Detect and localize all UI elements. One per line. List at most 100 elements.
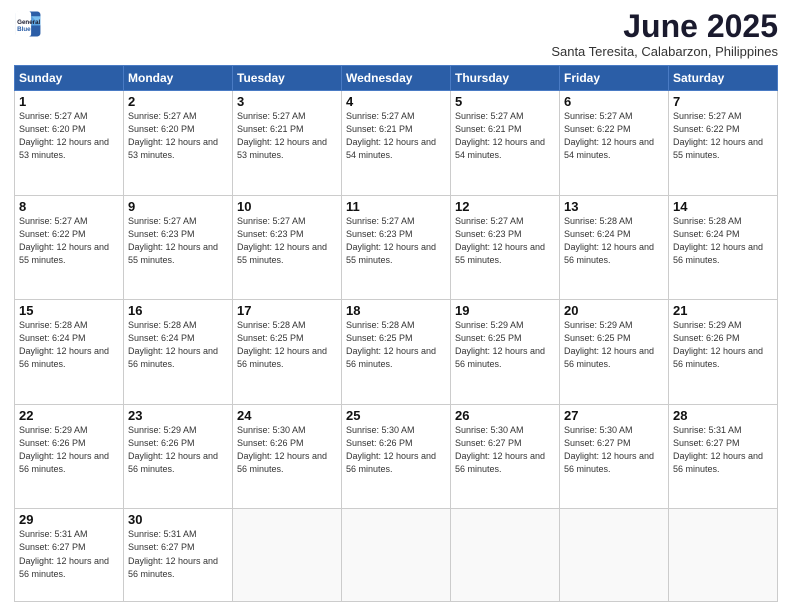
day-info: Sunrise: 5:27 AM Sunset: 6:22 PM Dayligh… xyxy=(673,110,773,162)
day-number: 3 xyxy=(237,94,337,109)
calendar-cell-8: 8 Sunrise: 5:27 AM Sunset: 6:22 PM Dayli… xyxy=(15,195,124,300)
day-number: 15 xyxy=(19,303,119,318)
day-number: 14 xyxy=(673,199,773,214)
header-tuesday: Tuesday xyxy=(233,66,342,91)
day-info: Sunrise: 5:27 AM Sunset: 6:23 PM Dayligh… xyxy=(455,215,555,267)
day-number: 9 xyxy=(128,199,228,214)
day-info: Sunrise: 5:27 AM Sunset: 6:23 PM Dayligh… xyxy=(237,215,337,267)
calendar-cell-16: 16 Sunrise: 5:28 AM Sunset: 6:24 PM Dayl… xyxy=(124,300,233,405)
calendar-week-1: 1 Sunrise: 5:27 AM Sunset: 6:20 PM Dayli… xyxy=(15,91,778,196)
day-info: Sunrise: 5:30 AM Sunset: 6:26 PM Dayligh… xyxy=(237,424,337,476)
day-info: Sunrise: 5:29 AM Sunset: 6:25 PM Dayligh… xyxy=(564,319,664,371)
calendar-cell-empty xyxy=(560,509,669,602)
day-info: Sunrise: 5:29 AM Sunset: 6:26 PM Dayligh… xyxy=(128,424,228,476)
day-info: Sunrise: 5:28 AM Sunset: 6:24 PM Dayligh… xyxy=(128,319,228,371)
calendar-cell-12: 12 Sunrise: 5:27 AM Sunset: 6:23 PM Dayl… xyxy=(451,195,560,300)
day-number: 19 xyxy=(455,303,555,318)
day-info: Sunrise: 5:29 AM Sunset: 6:25 PM Dayligh… xyxy=(455,319,555,371)
header-sunday: Sunday xyxy=(15,66,124,91)
day-number: 5 xyxy=(455,94,555,109)
day-info: Sunrise: 5:27 AM Sunset: 6:21 PM Dayligh… xyxy=(346,110,446,162)
calendar-cell-empty xyxy=(342,509,451,602)
day-info: Sunrise: 5:27 AM Sunset: 6:21 PM Dayligh… xyxy=(237,110,337,162)
day-info: Sunrise: 5:31 AM Sunset: 6:27 PM Dayligh… xyxy=(19,528,119,580)
day-info: Sunrise: 5:27 AM Sunset: 6:21 PM Dayligh… xyxy=(455,110,555,162)
day-number: 23 xyxy=(128,408,228,423)
calendar-cell-15: 15 Sunrise: 5:28 AM Sunset: 6:24 PM Dayl… xyxy=(15,300,124,405)
calendar-cell-19: 19 Sunrise: 5:29 AM Sunset: 6:25 PM Dayl… xyxy=(451,300,560,405)
month-title: June 2025 xyxy=(551,10,778,42)
day-info: Sunrise: 5:27 AM Sunset: 6:23 PM Dayligh… xyxy=(128,215,228,267)
day-info: Sunrise: 5:28 AM Sunset: 6:24 PM Dayligh… xyxy=(673,215,773,267)
day-number: 24 xyxy=(237,408,337,423)
day-number: 10 xyxy=(237,199,337,214)
location: Santa Teresita, Calabarzon, Philippines xyxy=(551,44,778,59)
day-info: Sunrise: 5:28 AM Sunset: 6:24 PM Dayligh… xyxy=(19,319,119,371)
day-number: 30 xyxy=(128,512,228,527)
day-number: 2 xyxy=(128,94,228,109)
header-friday: Friday xyxy=(560,66,669,91)
calendar-cell-empty xyxy=(669,509,778,602)
day-number: 12 xyxy=(455,199,555,214)
day-info: Sunrise: 5:27 AM Sunset: 6:23 PM Dayligh… xyxy=(346,215,446,267)
calendar-cell-30: 30 Sunrise: 5:31 AM Sunset: 6:27 PM Dayl… xyxy=(124,509,233,602)
day-number: 18 xyxy=(346,303,446,318)
calendar-cell-6: 6 Sunrise: 5:27 AM Sunset: 6:22 PM Dayli… xyxy=(560,91,669,196)
day-number: 28 xyxy=(673,408,773,423)
logo: General Blue xyxy=(14,10,42,38)
calendar-cell-21: 21 Sunrise: 5:29 AM Sunset: 6:26 PM Dayl… xyxy=(669,300,778,405)
day-number: 1 xyxy=(19,94,119,109)
calendar-cell-29: 29 Sunrise: 5:31 AM Sunset: 6:27 PM Dayl… xyxy=(15,509,124,602)
day-number: 27 xyxy=(564,408,664,423)
calendar-week-2: 8 Sunrise: 5:27 AM Sunset: 6:22 PM Dayli… xyxy=(15,195,778,300)
day-number: 6 xyxy=(564,94,664,109)
calendar-cell-22: 22 Sunrise: 5:29 AM Sunset: 6:26 PM Dayl… xyxy=(15,404,124,509)
day-info: Sunrise: 5:27 AM Sunset: 6:20 PM Dayligh… xyxy=(128,110,228,162)
calendar-cell-7: 7 Sunrise: 5:27 AM Sunset: 6:22 PM Dayli… xyxy=(669,91,778,196)
calendar-cell-18: 18 Sunrise: 5:28 AM Sunset: 6:25 PM Dayl… xyxy=(342,300,451,405)
calendar-cell-empty xyxy=(233,509,342,602)
calendar-cell-23: 23 Sunrise: 5:29 AM Sunset: 6:26 PM Dayl… xyxy=(124,404,233,509)
day-number: 21 xyxy=(673,303,773,318)
logo-icon: General Blue xyxy=(14,10,42,38)
day-info: Sunrise: 5:29 AM Sunset: 6:26 PM Dayligh… xyxy=(19,424,119,476)
calendar-week-3: 15 Sunrise: 5:28 AM Sunset: 6:24 PM Dayl… xyxy=(15,300,778,405)
day-info: Sunrise: 5:29 AM Sunset: 6:26 PM Dayligh… xyxy=(673,319,773,371)
day-number: 29 xyxy=(19,512,119,527)
day-info: Sunrise: 5:27 AM Sunset: 6:22 PM Dayligh… xyxy=(564,110,664,162)
calendar-cell-4: 4 Sunrise: 5:27 AM Sunset: 6:21 PM Dayli… xyxy=(342,91,451,196)
calendar-cell-11: 11 Sunrise: 5:27 AM Sunset: 6:23 PM Dayl… xyxy=(342,195,451,300)
calendar-cell-3: 3 Sunrise: 5:27 AM Sunset: 6:21 PM Dayli… xyxy=(233,91,342,196)
calendar-cell-14: 14 Sunrise: 5:28 AM Sunset: 6:24 PM Dayl… xyxy=(669,195,778,300)
calendar-cell-25: 25 Sunrise: 5:30 AM Sunset: 6:26 PM Dayl… xyxy=(342,404,451,509)
day-info: Sunrise: 5:28 AM Sunset: 6:24 PM Dayligh… xyxy=(564,215,664,267)
day-number: 20 xyxy=(564,303,664,318)
day-number: 8 xyxy=(19,199,119,214)
svg-text:General: General xyxy=(17,19,40,26)
page: General Blue June 2025 Santa Teresita, C… xyxy=(0,0,792,612)
header-thursday: Thursday xyxy=(451,66,560,91)
calendar-cell-20: 20 Sunrise: 5:29 AM Sunset: 6:25 PM Dayl… xyxy=(560,300,669,405)
header: General Blue June 2025 Santa Teresita, C… xyxy=(14,10,778,59)
day-number: 26 xyxy=(455,408,555,423)
day-number: 7 xyxy=(673,94,773,109)
day-number: 4 xyxy=(346,94,446,109)
day-info: Sunrise: 5:28 AM Sunset: 6:25 PM Dayligh… xyxy=(237,319,337,371)
day-number: 16 xyxy=(128,303,228,318)
calendar-cell-2: 2 Sunrise: 5:27 AM Sunset: 6:20 PM Dayli… xyxy=(124,91,233,196)
day-number: 25 xyxy=(346,408,446,423)
day-info: Sunrise: 5:28 AM Sunset: 6:25 PM Dayligh… xyxy=(346,319,446,371)
calendar-cell-9: 9 Sunrise: 5:27 AM Sunset: 6:23 PM Dayli… xyxy=(124,195,233,300)
day-info: Sunrise: 5:31 AM Sunset: 6:27 PM Dayligh… xyxy=(128,528,228,580)
day-info: Sunrise: 5:27 AM Sunset: 6:22 PM Dayligh… xyxy=(19,215,119,267)
calendar-cell-10: 10 Sunrise: 5:27 AM Sunset: 6:23 PM Dayl… xyxy=(233,195,342,300)
calendar-cell-26: 26 Sunrise: 5:30 AM Sunset: 6:27 PM Dayl… xyxy=(451,404,560,509)
day-number: 13 xyxy=(564,199,664,214)
calendar-cell-5: 5 Sunrise: 5:27 AM Sunset: 6:21 PM Dayli… xyxy=(451,91,560,196)
calendar-cell-empty xyxy=(451,509,560,602)
calendar-week-5: 29 Sunrise: 5:31 AM Sunset: 6:27 PM Dayl… xyxy=(15,509,778,602)
calendar-table: Sunday Monday Tuesday Wednesday Thursday… xyxy=(14,65,778,602)
day-info: Sunrise: 5:30 AM Sunset: 6:26 PM Dayligh… xyxy=(346,424,446,476)
calendar-header-row: Sunday Monday Tuesday Wednesday Thursday… xyxy=(15,66,778,91)
calendar-week-4: 22 Sunrise: 5:29 AM Sunset: 6:26 PM Dayl… xyxy=(15,404,778,509)
